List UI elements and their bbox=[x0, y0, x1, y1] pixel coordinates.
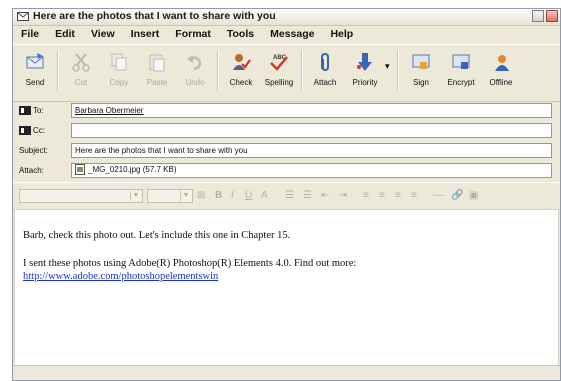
status-bar bbox=[13, 365, 560, 380]
message-line-2: I sent these photos using Adobe(R) Photo… bbox=[23, 258, 357, 269]
increase-indent-icon[interactable]: ⇥ bbox=[339, 190, 347, 201]
attach-row: Attach: _MG_0210.jpg (57.7 KB) bbox=[13, 162, 560, 180]
align-center-icon[interactable]: ≡ bbox=[379, 190, 385, 201]
font-color-icon[interactable]: A bbox=[261, 190, 268, 201]
underline-icon[interactable]: U bbox=[245, 190, 252, 201]
numbered-list-icon[interactable]: ☰ bbox=[285, 190, 294, 201]
italic-icon[interactable]: I bbox=[231, 190, 234, 201]
priority-arrow-icon bbox=[357, 53, 372, 71]
menu-bar: File Edit View Insert Format Tools Messa… bbox=[13, 26, 560, 41]
cc-label-group[interactable]: Cc: bbox=[19, 126, 45, 135]
address-book-icon bbox=[19, 106, 31, 115]
paragraph-style-icon[interactable]: ⊞ bbox=[197, 190, 205, 201]
cut-button[interactable]: Cut bbox=[61, 49, 101, 87]
check-button[interactable]: Check bbox=[221, 49, 261, 87]
undo-button[interactable]: Undo bbox=[175, 49, 215, 87]
undo-icon bbox=[187, 55, 202, 71]
attach-label-text: Attach: bbox=[19, 166, 44, 175]
font-name-select[interactable]: ▼ bbox=[19, 189, 143, 203]
send-icon bbox=[26, 53, 44, 69]
compose-window: Here are the photos that I want to share… bbox=[12, 8, 561, 381]
to-recipient[interactable]: Barbara Obermeier bbox=[75, 106, 143, 115]
attach-button[interactable]: Attach bbox=[305, 49, 345, 87]
encrypt-button[interactable]: Encrypt bbox=[441, 49, 481, 87]
formatting-toolbar: ▼ ▼ ⊞ B I U A ☰ ☰ ⇤ ⇥ ≡ ≡ ≡ ≡ — 🔗 ▣ bbox=[13, 182, 560, 210]
menu-format[interactable]: Format bbox=[167, 28, 219, 40]
copy-button[interactable]: Copy bbox=[99, 49, 139, 87]
toolbar: Send Cut Copy Paste Undo Check ABC Spell… bbox=[13, 44, 560, 102]
copy-label: Copy bbox=[109, 78, 129, 87]
insert-link-icon[interactable]: 🔗 bbox=[451, 190, 463, 201]
cc-row: Cc: bbox=[13, 122, 560, 140]
priority-label: Priority bbox=[352, 78, 378, 87]
to-field[interactable]: Barbara Obermeier bbox=[71, 103, 552, 118]
attach-field[interactable]: _MG_0210.jpg (57.7 KB) bbox=[71, 163, 552, 178]
image-file-icon bbox=[75, 164, 85, 175]
paperclip-icon bbox=[321, 52, 329, 72]
menu-message[interactable]: Message bbox=[262, 28, 322, 40]
scissors-icon bbox=[72, 53, 90, 72]
paste-icon bbox=[149, 54, 165, 72]
align-left-icon[interactable]: ≡ bbox=[363, 190, 369, 201]
attachment-name[interactable]: _MG_0210.jpg (57.7 KB) bbox=[88, 165, 177, 174]
message-body[interactable]: Barb, check this photo out. Let's includ… bbox=[14, 209, 559, 367]
font-size-select[interactable]: ▼ bbox=[147, 189, 193, 203]
send-label: Send bbox=[25, 78, 45, 87]
spelling-button[interactable]: ABC Spelling bbox=[259, 49, 299, 87]
cc-field[interactable] bbox=[71, 123, 552, 138]
priority-button[interactable]: Priority bbox=[345, 49, 385, 87]
bold-icon[interactable]: B bbox=[215, 190, 222, 201]
offline-label: Offline bbox=[489, 78, 513, 87]
title-bar: Here are the photos that I want to share… bbox=[13, 9, 560, 26]
horizontal-line-icon[interactable]: — bbox=[433, 190, 443, 201]
chevron-down-icon: ▼ bbox=[180, 191, 191, 201]
paste-label: Paste bbox=[146, 78, 168, 87]
subject-label: Subject: bbox=[19, 146, 48, 155]
encrypt-label: Encrypt bbox=[447, 78, 475, 87]
to-row: To: Barbara Obermeier bbox=[13, 102, 560, 120]
chevron-down-icon: ▼ bbox=[130, 191, 141, 201]
address-book-icon bbox=[19, 126, 31, 135]
offline-icon bbox=[495, 55, 509, 71]
offline-button[interactable]: Offline bbox=[481, 49, 521, 87]
spelling-icon: ABC bbox=[270, 55, 288, 71]
menu-tools[interactable]: Tools bbox=[219, 28, 262, 40]
minimize-button[interactable] bbox=[532, 10, 544, 22]
copy-icon bbox=[111, 53, 127, 71]
send-button[interactable]: Send bbox=[15, 49, 55, 87]
spelling-label: Spelling bbox=[264, 78, 294, 87]
attach-label: Attach bbox=[313, 78, 337, 87]
align-right-icon[interactable]: ≡ bbox=[395, 190, 401, 201]
menu-view[interactable]: View bbox=[83, 28, 123, 40]
adobe-link[interactable]: http://www.adobe.com/photoshopelementswi… bbox=[23, 271, 218, 282]
message-line-1: Barb, check this photo out. Let's includ… bbox=[23, 230, 291, 241]
check-names-icon bbox=[233, 54, 251, 70]
to-label-group[interactable]: To: bbox=[19, 106, 44, 115]
menu-edit[interactable]: Edit bbox=[47, 28, 83, 40]
menu-insert[interactable]: Insert bbox=[123, 28, 168, 40]
sign-label: Sign bbox=[412, 78, 429, 87]
justify-icon[interactable]: ≡ bbox=[411, 190, 417, 201]
cut-label: Cut bbox=[74, 78, 88, 87]
menu-file[interactable]: File bbox=[13, 28, 47, 40]
sign-button[interactable]: Sign bbox=[401, 49, 441, 87]
message-icon bbox=[17, 12, 29, 21]
undo-label: Undo bbox=[185, 78, 205, 87]
subject-field[interactable]: Here are the photos that I want to share… bbox=[71, 143, 552, 158]
cc-label: Cc: bbox=[33, 126, 45, 135]
decrease-indent-icon[interactable]: ⇤ bbox=[321, 190, 329, 201]
menu-help[interactable]: Help bbox=[322, 28, 361, 40]
to-label: To: bbox=[33, 106, 44, 115]
window-title: Here are the photos that I want to share… bbox=[33, 10, 276, 22]
bulleted-list-icon[interactable]: ☰ bbox=[303, 190, 312, 201]
paste-button[interactable]: Paste bbox=[137, 49, 177, 87]
check-label: Check bbox=[229, 78, 253, 87]
subject-row: Subject: Here are the photos that I want… bbox=[13, 142, 560, 160]
insert-picture-icon[interactable]: ▣ bbox=[469, 190, 478, 201]
sign-certificate-icon bbox=[412, 54, 430, 69]
priority-dropdown-icon[interactable]: ▾ bbox=[385, 61, 390, 72]
close-button[interactable] bbox=[546, 10, 558, 22]
encrypt-icon bbox=[452, 54, 470, 69]
